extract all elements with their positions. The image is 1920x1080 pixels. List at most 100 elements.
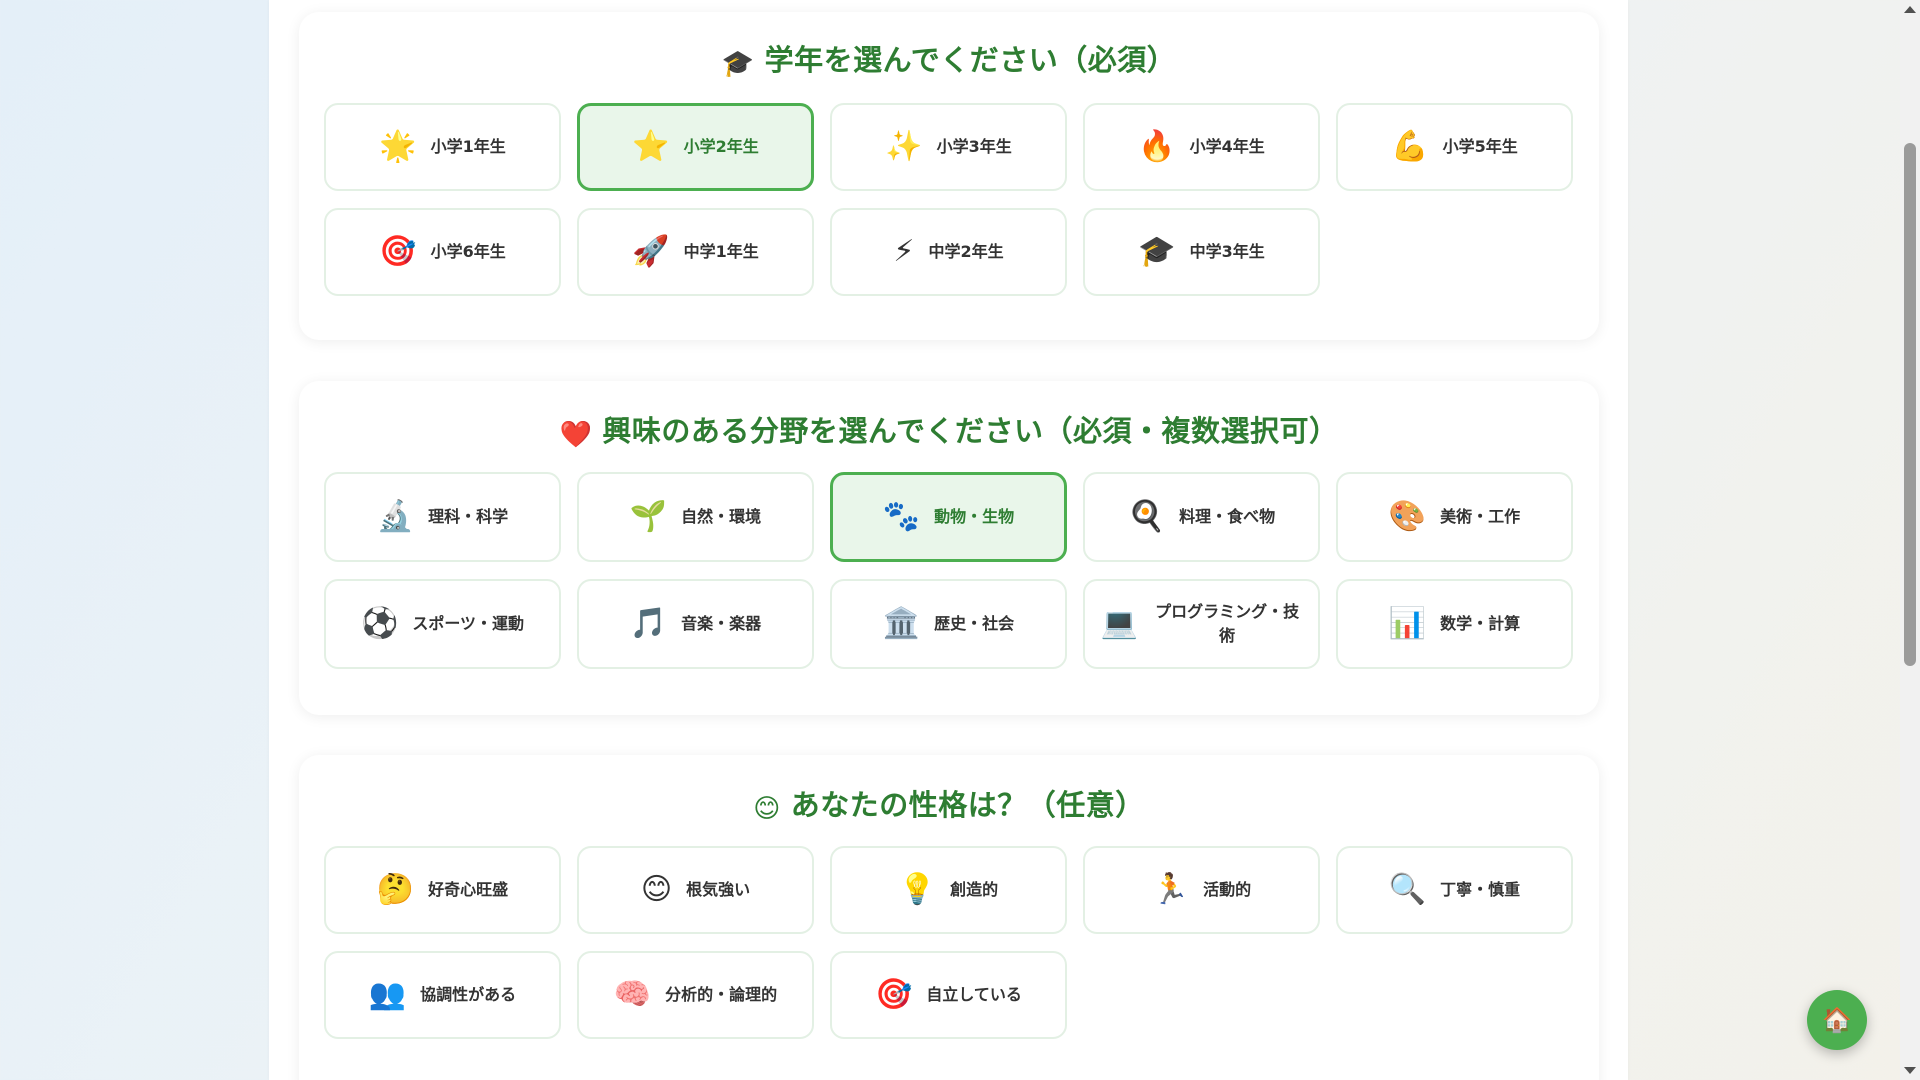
grade-option-icon: ⭐ — [632, 129, 670, 164]
personality-option[interactable]: 🔍 丁寧・慎重 — [1336, 846, 1573, 934]
grade-option-icon: ✨ — [885, 129, 923, 164]
personality-option-icon: 🎯 — [875, 977, 913, 1012]
personality-option-label: 根気強い — [686, 880, 751, 899]
interest-option-icon: 🔬 — [376, 499, 415, 534]
personality-option-icon: 👥 — [368, 977, 407, 1012]
personality-option-icon: 🤔 — [376, 872, 415, 907]
graduation-cap-icon: 🎓 — [721, 49, 755, 79]
interest-option[interactable]: ⚽ スポーツ・運動 — [324, 579, 561, 669]
personality-option-icon: 💡 — [898, 872, 937, 907]
personality-option-label: 創造的 — [950, 880, 999, 899]
interest-option-icon: 📊 — [1388, 606, 1427, 641]
grade-option-label: 小学4年生 — [1189, 137, 1265, 156]
interest-option[interactable]: 💻 プログラミング・技術 — [1083, 579, 1320, 669]
personality-section-title: 😊 あなたの性格は？（任意） — [299, 785, 1599, 829]
grade-option-label: 中学1年生 — [683, 242, 759, 261]
interest-option-label: スポーツ・運動 — [412, 614, 525, 633]
grade-section-title: 🎓 学年を選んでください（必須） — [299, 40, 1599, 84]
interest-option-label: 料理・食べ物 — [1179, 507, 1276, 526]
personality-option[interactable]: 🎯 自立している — [830, 951, 1067, 1039]
interest-option-icon: 🎨 — [1388, 499, 1427, 534]
interest-option[interactable]: 📊 数学・計算 — [1336, 579, 1573, 669]
personality-section: 😊 あなたの性格は？（任意） 🤔 好奇心旺盛 😊 根気強い 💡 創造的 🏃 活動的 🔍 丁寧・慎重 👥… — [299, 755, 1599, 1080]
grade-option-label: 小学2年生 — [683, 137, 759, 156]
interest-option-icon: 🏛️ — [882, 606, 921, 641]
grade-section-title-text: 学年を選んでください（必須） — [764, 43, 1177, 77]
interest-option-label: プログラミング・技術 — [1155, 602, 1300, 645]
interest-option[interactable]: 🌱 自然・環境 — [577, 472, 814, 562]
interest-option-icon: 🐾 — [882, 499, 921, 534]
scrollbar-thumb[interactable] — [1904, 143, 1916, 666]
heart-icon: ❤️ — [559, 420, 593, 450]
scroll-down-arrow-icon[interactable] — [1904, 1067, 1916, 1074]
grade-option-icon: 🚀 — [632, 234, 670, 269]
personality-option-label: 好奇心旺盛 — [428, 880, 509, 899]
personality-option[interactable]: 💡 創造的 — [830, 846, 1067, 934]
grade-section: 🎓 学年を選んでください（必須） 🌟 小学1年生 ⭐ 小学2年生 ✨ 小学3年生 🔥 小学4年生… — [299, 12, 1599, 340]
home-icon: 🏠 — [1822, 1006, 1852, 1034]
interest-option[interactable]: 🎵 音楽・楽器 — [577, 579, 814, 669]
personality-option-label: 協調性がある — [420, 985, 517, 1004]
interest-section-title-text: 興味のある分野を選んでください（必須・複数選択可） — [602, 414, 1339, 448]
grade-option-icon: 🎯 — [379, 234, 417, 269]
interest-option-label: 音楽・楽器 — [681, 614, 762, 633]
interest-option[interactable]: 🏛️ 歴史・社会 — [830, 579, 1067, 669]
personality-section-title-text: あなたの性格は？（任意） — [790, 788, 1145, 822]
grade-option-icon: 💪 — [1391, 129, 1429, 164]
grade-option-icon: 🎓 — [1138, 234, 1176, 269]
grade-option-label: 小学1年生 — [430, 137, 506, 156]
personality-option[interactable]: 🧠 分析的・論理的 — [577, 951, 814, 1039]
home-button[interactable]: 🏠 — [1807, 990, 1867, 1050]
grade-option[interactable]: ✨ 小学3年生 — [830, 103, 1067, 191]
personality-option-label: 自立している — [926, 985, 1022, 1004]
scrollbar[interactable] — [1900, 0, 1920, 1080]
interest-option[interactable]: 🍳 料理・食べ物 — [1083, 472, 1320, 562]
personality-option[interactable]: 👥 協調性がある — [324, 951, 561, 1039]
personality-option-icon: 😊 — [640, 872, 673, 907]
personality-option-icon: 🏃 — [1151, 872, 1190, 907]
grade-option-label: 小学5年生 — [1442, 137, 1518, 156]
personality-option-label: 活動的 — [1203, 880, 1252, 899]
grade-option[interactable]: 🚀 中学1年生 — [577, 208, 814, 296]
grade-option-icon: ⚡ — [893, 234, 915, 269]
interest-option[interactable]: 🔬 理科・科学 — [324, 472, 561, 562]
interest-option-label: 理科・科学 — [428, 507, 509, 526]
grade-option-label: 中学3年生 — [1189, 242, 1265, 261]
personality-option[interactable]: 🤔 好奇心旺盛 — [324, 846, 561, 934]
interest-option-label: 動物・生物 — [934, 507, 1015, 526]
grade-option-label: 中学2年生 — [928, 242, 1004, 261]
personality-option-icon: 🔍 — [1388, 872, 1427, 907]
grade-option[interactable]: 🎓 中学3年生 — [1083, 208, 1320, 296]
interest-option-icon: ⚽ — [360, 606, 399, 641]
personality-option[interactable]: 😊 根気強い — [577, 846, 814, 934]
grade-option-icon: 🔥 — [1138, 129, 1176, 164]
interest-option-icon: 🌱 — [629, 499, 668, 534]
grade-option[interactable]: 🔥 小学4年生 — [1083, 103, 1320, 191]
interest-option-icon: 🎵 — [629, 606, 668, 641]
interest-option[interactable]: 🎨 美術・工作 — [1336, 472, 1573, 562]
interest-option-label: 歴史・社会 — [934, 614, 1015, 633]
grade-option[interactable]: 🌟 小学1年生 — [324, 103, 561, 191]
personality-option-label: 丁寧・慎重 — [1440, 880, 1521, 899]
interest-option-label: 美術・工作 — [1440, 507, 1521, 526]
interest-option-label: 数学・計算 — [1440, 614, 1521, 633]
interest-option-icon: 💻 — [1100, 606, 1139, 641]
personality-option-label: 分析的・論理的 — [665, 985, 778, 1004]
scroll-up-arrow-icon[interactable] — [1904, 6, 1916, 13]
interest-option[interactable]: 🐾 動物・生物 — [830, 472, 1067, 562]
grade-option[interactable]: 🎯 小学6年生 — [324, 208, 561, 296]
grade-option-label: 小学3年生 — [936, 137, 1012, 156]
grade-option[interactable]: ⚡ 中学2年生 — [830, 208, 1067, 296]
personality-option[interactable]: 🏃 活動的 — [1083, 846, 1320, 934]
grade-option[interactable]: ⭐ 小学2年生 — [577, 103, 814, 191]
interest-option-label: 自然・環境 — [681, 507, 762, 526]
interest-option-grid: 🔬 理科・科学 🌱 自然・環境 🐾 動物・生物 🍳 料理・食べ物 🎨 美術・工作 ⚽ スポーツ・運動 🎵… — [324, 472, 1574, 669]
personality-option-icon: 🧠 — [613, 977, 652, 1012]
interest-section: ❤️ 興味のある分野を選んでください（必須・複数選択可） 🔬 理科・科学 🌱 自然・環境… — [299, 381, 1599, 715]
grade-option-icon: 🌟 — [379, 129, 417, 164]
interest-option-icon: 🍳 — [1127, 499, 1166, 534]
grade-option-label: 小学6年生 — [430, 242, 506, 261]
grade-option[interactable]: 💪 小学5年生 — [1336, 103, 1573, 191]
personality-option-grid: 🤔 好奇心旺盛 😊 根気強い 💡 創造的 🏃 活動的 🔍 丁寧・慎重 👥 協調性がある 🧠 分析的・論理的… — [324, 846, 1574, 1039]
smiling-face-icon: 😊 — [753, 794, 781, 824]
